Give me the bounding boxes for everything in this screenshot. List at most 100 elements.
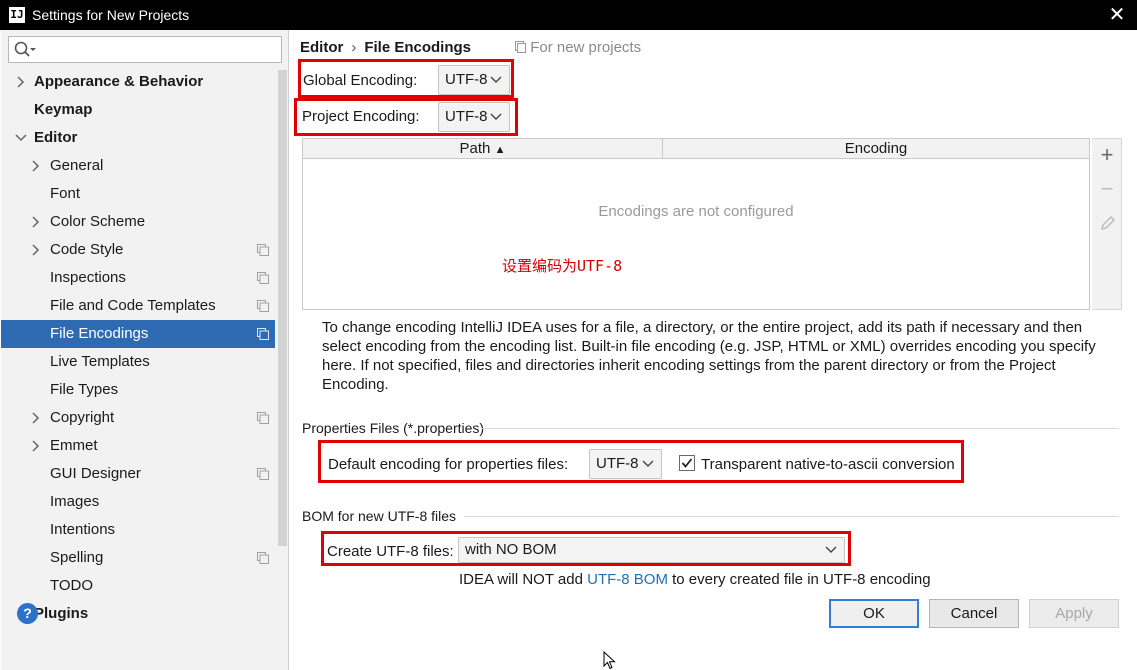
apply-button[interactable]: Apply	[1029, 599, 1119, 628]
sidebar-item-label: Copyright	[50, 409, 115, 426]
breadcrumb-current: File Encodings	[364, 39, 472, 56]
sidebar-item-inspections[interactable]: Inspections	[1, 264, 275, 292]
project-encoding-dropdown[interactable]: UTF-8	[438, 102, 510, 132]
close-icon[interactable]: ✕	[1105, 3, 1129, 27]
ok-button[interactable]: OK	[829, 599, 919, 628]
sidebar-item-label: Inspections	[50, 269, 126, 286]
settings-search-box[interactable]	[8, 36, 282, 63]
project-settings-icon	[257, 300, 269, 312]
sidebar-item-gui-designer[interactable]: GUI Designer	[1, 460, 275, 488]
sidebar-item-images[interactable]: Images	[1, 488, 275, 516]
sidebar-item-label: Code Style	[50, 241, 124, 258]
chevron-down-icon	[490, 113, 502, 120]
transparent-conversion-label[interactable]: Transparent native-to-ascii conversion	[701, 456, 955, 473]
column-header-path[interactable]: Path ▲	[303, 139, 663, 159]
intellij-app-icon: IJ	[9, 7, 25, 23]
settings-sidebar: Appearance & Behavior Keymap Editor General…	[1, 30, 289, 670]
sidebar-item-label: Live Templates	[50, 353, 150, 370]
chevron-right-icon[interactable]	[29, 152, 43, 180]
sidebar-item-keymap[interactable]: Keymap	[1, 96, 275, 124]
search-icon[interactable]	[13, 40, 37, 60]
bom-section-title: BOM for new UTF-8 files	[302, 508, 457, 524]
sidebar-item-label: Emmet	[50, 437, 98, 454]
bom-option-value: with NO BOM	[465, 541, 557, 558]
project-scope-icon	[515, 41, 527, 53]
sidebar-item-font[interactable]: Font	[1, 180, 275, 208]
sidebar-item-general[interactable]: General	[1, 152, 275, 180]
sidebar-item-code-style[interactable]: Code Style	[1, 236, 275, 264]
sidebar-item-emmet[interactable]: Emmet	[1, 432, 275, 460]
scope-label: For new projects	[515, 39, 641, 56]
chevron-down-icon[interactable]	[14, 124, 28, 152]
sidebar-item-label: Color Scheme	[50, 213, 146, 230]
encoding-mappings-table[interactable]: Path ▲ Encoding Encodings are not config…	[302, 138, 1090, 310]
default-properties-encoding-label: Default encoding for properties files:	[328, 456, 569, 473]
global-encoding-dropdown[interactable]: UTF-8	[438, 65, 510, 95]
sidebar-item-file-types[interactable]: File Types	[1, 376, 275, 404]
sidebar-item-label: Spelling	[50, 549, 104, 566]
sidebar-item-label: General	[50, 157, 104, 174]
sidebar-item-label: Plugins	[34, 605, 89, 622]
sidebar-item-label: GUI Designer	[50, 465, 141, 482]
properties-encoding-dropdown[interactable]: UTF-8	[589, 449, 662, 479]
table-toolbar: + −	[1092, 138, 1122, 310]
project-settings-icon	[257, 552, 269, 564]
project-encoding-value: UTF-8	[445, 108, 488, 125]
sidebar-item-label: Appearance & Behavior	[34, 73, 204, 90]
sidebar-item-file-encodings[interactable]: File Encodings	[1, 320, 275, 348]
chevron-down-icon	[825, 546, 837, 553]
checkmark-icon	[681, 458, 693, 468]
sidebar-item-todo[interactable]: TODO	[1, 572, 275, 600]
bom-option-dropdown[interactable]: with NO BOM	[458, 537, 845, 563]
transparent-conversion-checkbox[interactable]	[679, 455, 695, 471]
sidebar-item-label: Font	[50, 185, 81, 202]
title-bar: IJ Settings for New Projects ✕	[0, 0, 1137, 30]
global-encoding-label: Global Encoding:	[303, 72, 418, 89]
sidebar-item-label: Editor	[34, 129, 78, 146]
chevron-right-icon[interactable]	[29, 432, 43, 460]
scope-text: For new projects	[530, 39, 642, 56]
chevron-right-icon[interactable]	[14, 68, 28, 96]
project-settings-icon	[257, 272, 269, 284]
add-icon[interactable]: +	[1097, 144, 1117, 166]
project-encoding-label: Project Encoding:	[302, 108, 420, 125]
bom-info-prefix: IDEA will NOT add	[459, 571, 583, 588]
file-encodings-panel: Editor › File Encodings For new projects G…	[290, 30, 1137, 670]
sidebar-item-label: File Encodings	[50, 325, 149, 342]
remove-icon[interactable]: −	[1097, 178, 1117, 200]
utf8-bom-link[interactable]: UTF-8 BOM	[587, 571, 668, 588]
settings-search-input[interactable]	[39, 39, 275, 60]
sidebar-item-label: Keymap	[34, 101, 93, 118]
sidebar-item-color-scheme[interactable]: Color Scheme	[1, 208, 275, 236]
mouse-cursor-icon	[603, 651, 616, 670]
bom-info-suffix: to every created file in UTF-8 encoding	[672, 571, 931, 588]
sidebar-item-intentions[interactable]: Intentions	[1, 516, 275, 544]
sidebar-item-plugins[interactable]: Plugins	[1, 600, 275, 628]
sidebar-item-live-templates[interactable]: Live Templates	[1, 348, 275, 376]
column-path-label: Path	[459, 140, 491, 157]
edit-pencil-icon[interactable]	[1100, 215, 1116, 231]
sidebar-item-spelling[interactable]: Spelling	[1, 544, 275, 572]
sidebar-item-copyright[interactable]: Copyright	[1, 404, 275, 432]
breadcrumb-parent: Editor	[300, 39, 344, 56]
sidebar-item-file-and-code-templates[interactable]: File and Code Templates	[1, 292, 275, 320]
chevron-right-icon[interactable]	[29, 208, 43, 236]
cancel-button[interactable]: Cancel	[929, 599, 1019, 628]
project-settings-icon	[257, 328, 269, 340]
properties-encoding-value: UTF-8	[596, 455, 639, 472]
bom-info-text: IDEA will NOT add UTF-8 BOM to every cre…	[459, 571, 931, 588]
sidebar-item-appearance-behavior[interactable]: Appearance & Behavior	[1, 68, 275, 96]
create-utf8-files-label: Create UTF-8 files:	[327, 543, 454, 560]
sidebar-item-editor[interactable]: Editor	[1, 124, 275, 152]
sidebar-item-label: TODO	[50, 577, 94, 594]
help-icon[interactable]: ?	[17, 603, 38, 624]
chevron-right-icon[interactable]	[29, 236, 43, 264]
annotation-text: 设置编码为UTF-8	[502, 257, 623, 275]
sidebar-scrollbar-thumb[interactable]	[278, 70, 287, 546]
project-settings-icon	[257, 244, 269, 256]
chevron-right-icon[interactable]	[29, 404, 43, 432]
breadcrumb-separator: ›	[351, 39, 357, 56]
column-header-encoding[interactable]: Encoding	[663, 139, 1089, 159]
sort-ascending-icon: ▲	[494, 144, 506, 156]
breadcrumb: Editor › File Encodings For new projects	[300, 39, 641, 56]
